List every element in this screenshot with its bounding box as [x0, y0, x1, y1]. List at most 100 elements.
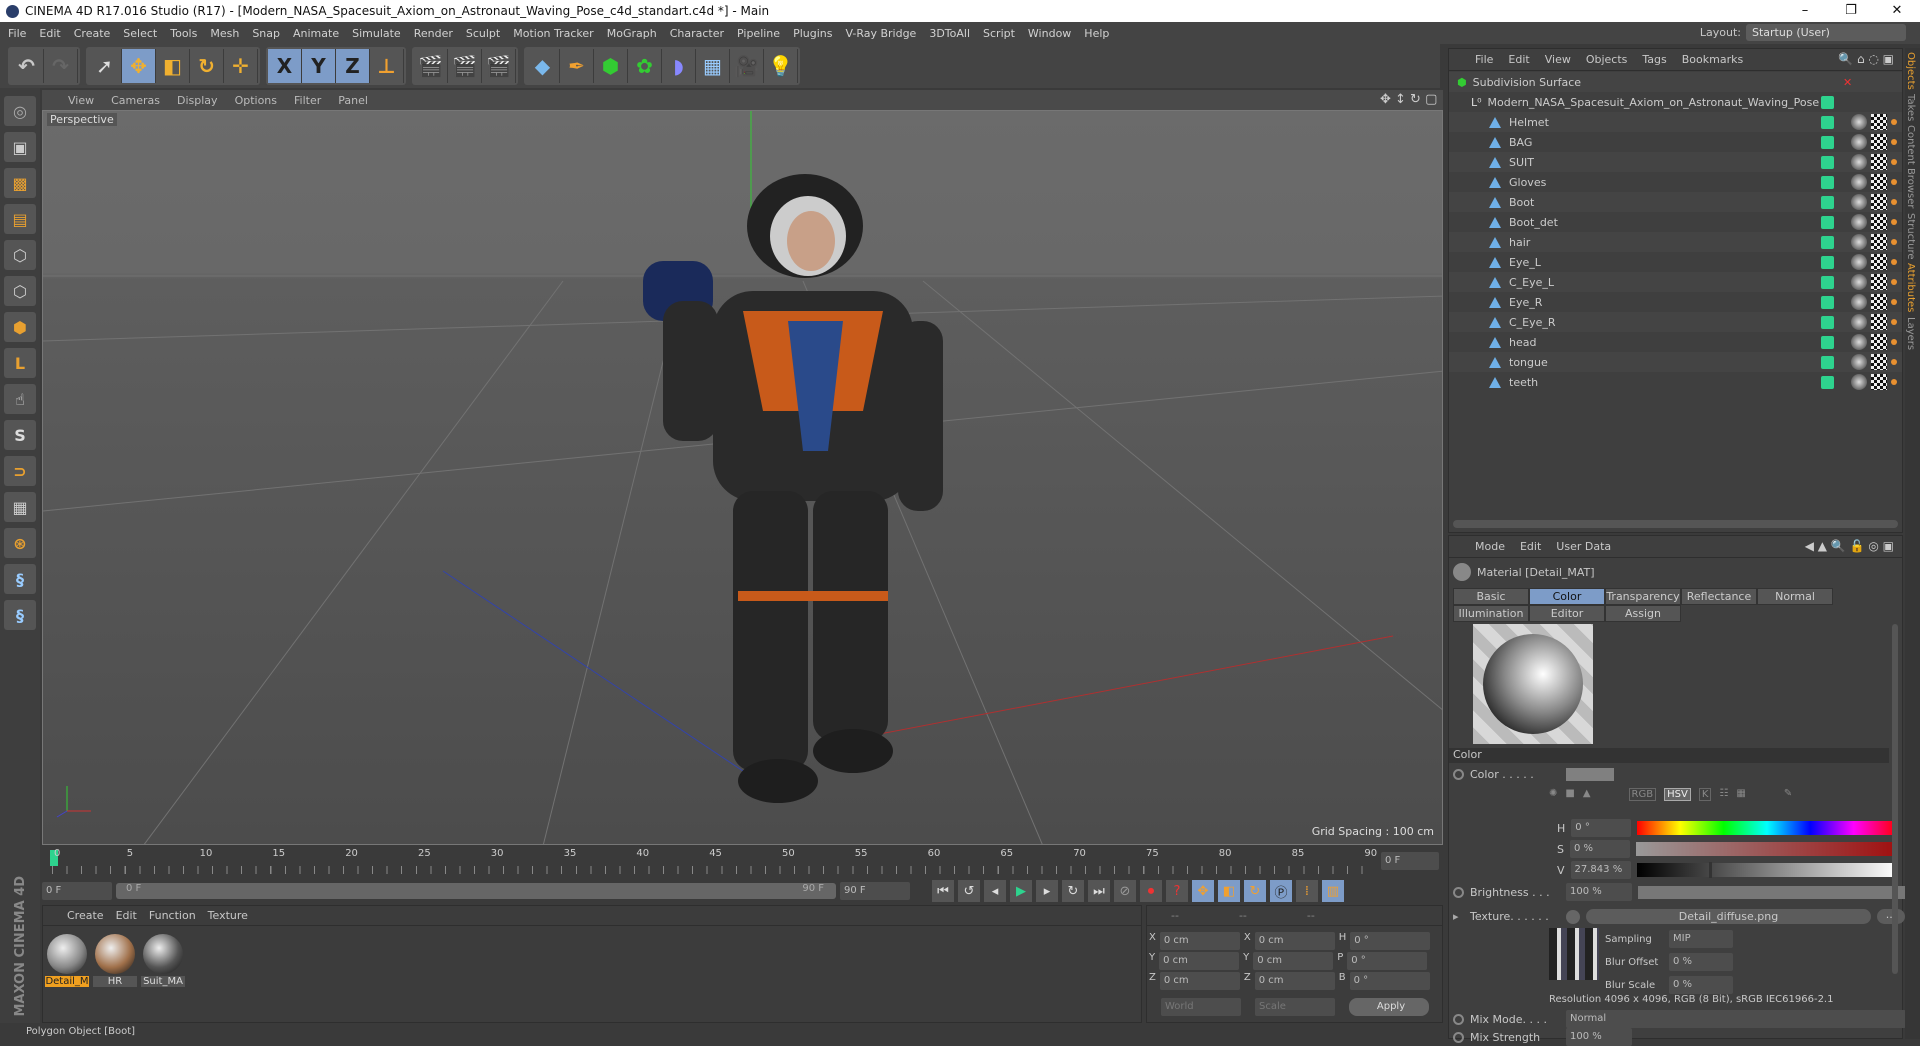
- hue-field[interactable]: 0 °: [1571, 819, 1632, 837]
- material-tag-icon[interactable]: [1851, 194, 1867, 210]
- attribute-scrollbar[interactable]: [1892, 624, 1898, 974]
- saturation-field[interactable]: 0 %: [1569, 840, 1630, 858]
- key-pla-icon[interactable]: ⁞: [1296, 880, 1318, 902]
- move-tool-icon[interactable]: ✥: [122, 49, 156, 83]
- color-wheel-icon[interactable]: ✺: [1549, 788, 1557, 801]
- pen-spline-icon[interactable]: ✒: [560, 49, 594, 83]
- floor-icon[interactable]: ▦: [696, 49, 730, 83]
- material-tag-icon[interactable]: [1851, 154, 1867, 170]
- points-mode-icon[interactable]: ⬡: [4, 240, 36, 270]
- viewport-menu-filter[interactable]: Filter: [294, 94, 321, 107]
- rgb-mode-button[interactable]: RGB: [1628, 788, 1657, 801]
- record-icon[interactable]: ⊘: [1114, 880, 1136, 902]
- viewport-menu-options[interactable]: Options: [235, 94, 277, 107]
- material-tag-icon[interactable]: [1851, 274, 1867, 290]
- material-tag-icon[interactable]: [1851, 114, 1867, 130]
- hue-slider[interactable]: [1637, 821, 1898, 835]
- visibility-toggle[interactable]: [1821, 235, 1834, 249]
- mix-strength-field[interactable]: 100 %: [1566, 1028, 1632, 1046]
- object-menu-tags[interactable]: Tags: [1642, 53, 1666, 66]
- z-axis-lock-button[interactable]: Z: [336, 49, 370, 83]
- object-boot[interactable]: Boot: [1449, 192, 1902, 212]
- python-icon-2[interactable]: §: [4, 600, 36, 630]
- material-tag-icon[interactable]: [1851, 134, 1867, 150]
- undo-icon[interactable]: ↶: [10, 49, 44, 83]
- blur-scale-field[interactable]: 0 %: [1669, 976, 1733, 994]
- light-icon[interactable]: 💡: [764, 49, 798, 83]
- object-eye_l[interactable]: Eye_L: [1449, 252, 1902, 272]
- axis-icon[interactable]: L: [4, 348, 36, 378]
- world-dropdown[interactable]: World: [1161, 998, 1241, 1016]
- texture-tag-icon[interactable]: [1871, 114, 1887, 130]
- side-tab-structure[interactable]: Structure: [1905, 213, 1916, 260]
- tab-normal[interactable]: Normal: [1757, 588, 1833, 605]
- tweak-icon[interactable]: ☝: [4, 384, 36, 414]
- close-button[interactable]: ✕: [1874, 0, 1920, 22]
- object-c_eye_r[interactable]: C_Eye_R: [1449, 312, 1902, 332]
- texture-tag-icon[interactable]: [1871, 314, 1887, 330]
- attribute-menu-mode[interactable]: Mode: [1475, 540, 1505, 553]
- cube-icon[interactable]: ◆: [526, 49, 560, 83]
- magnet-icon[interactable]: ⊃: [4, 456, 36, 486]
- value-slider-knob[interactable]: [1708, 862, 1712, 878]
- tab-transparency[interactable]: Transparency: [1605, 588, 1681, 605]
- auto-key-icon[interactable]: ⏺: [1140, 880, 1162, 902]
- object-helmet[interactable]: Helmet: [1449, 112, 1902, 132]
- mixer-icon[interactable]: ☷: [1719, 788, 1728, 801]
- coord-field[interactable]: 0 cm: [1254, 932, 1335, 950]
- object-boot_det[interactable]: Boot_det: [1449, 212, 1902, 232]
- camera-icon[interactable]: 🎥: [730, 49, 764, 83]
- mix-mode-radio[interactable]: [1453, 1013, 1464, 1025]
- tab-basic[interactable]: Basic: [1453, 588, 1529, 605]
- object-teeth[interactable]: teeth: [1449, 372, 1902, 392]
- material-tag-icon[interactable]: [1851, 374, 1867, 390]
- menu-render[interactable]: Render: [414, 27, 453, 40]
- y-axis-lock-button[interactable]: Y: [302, 49, 336, 83]
- visibility-toggle[interactable]: [1821, 315, 1834, 329]
- coord-field[interactable]: 0 °: [1347, 952, 1428, 970]
- viewport-menu-cameras[interactable]: Cameras: [111, 94, 160, 107]
- menu-motion-tracker[interactable]: Motion Tracker: [513, 27, 593, 40]
- texture-tag-icon[interactable]: [1871, 274, 1887, 290]
- python-icon[interactable]: §: [4, 564, 36, 594]
- viewport-menu-display[interactable]: Display: [177, 94, 218, 107]
- key-rotation-icon[interactable]: ↻: [1244, 880, 1266, 902]
- subdivision-surface-icon[interactable]: ⬢: [594, 49, 628, 83]
- coord-field[interactable]: 0 °: [1349, 972, 1430, 990]
- texture-tag-icon[interactable]: [1871, 294, 1887, 310]
- tab-color[interactable]: Color: [1529, 588, 1605, 605]
- menu-plugins[interactable]: Plugins: [793, 27, 832, 40]
- end-frame-field[interactable]: 90 F: [840, 882, 910, 900]
- material-tag-icon[interactable]: [1851, 174, 1867, 190]
- menu-character[interactable]: Character: [670, 27, 724, 40]
- spectrum-icon[interactable]: ■: [1565, 788, 1574, 801]
- scale-tool-icon[interactable]: ◧: [156, 49, 190, 83]
- go-to-end-icon[interactable]: ⏭: [1088, 880, 1110, 902]
- apply-button[interactable]: Apply: [1349, 998, 1429, 1016]
- material-swatch[interactable]: HR: [93, 932, 137, 987]
- prev-key-icon[interactable]: ↺: [958, 880, 980, 902]
- side-tab-content-browser[interactable]: Content Browser: [1905, 125, 1916, 208]
- render-view-icon[interactable]: 🎬: [414, 49, 448, 83]
- menu-create[interactable]: Create: [74, 27, 111, 40]
- viewport-menu-panel[interactable]: Panel: [338, 94, 368, 107]
- render-picture-viewer-icon[interactable]: 🎬: [448, 49, 482, 83]
- scale-dropdown[interactable]: Scale: [1255, 998, 1335, 1016]
- texture-tag-icon[interactable]: [1871, 334, 1887, 350]
- make-editable-icon[interactable]: ◎: [4, 96, 36, 126]
- next-key-icon[interactable]: ↻: [1062, 880, 1084, 902]
- visibility-toggle[interactable]: [1821, 275, 1834, 289]
- object-gloves[interactable]: Gloves: [1449, 172, 1902, 192]
- material-tag-icon[interactable]: [1851, 254, 1867, 270]
- camera-label[interactable]: Perspective: [47, 113, 117, 126]
- viewport-menu-view[interactable]: View: [68, 94, 94, 107]
- menu-3dtoall[interactable]: 3DToAll: [929, 27, 970, 40]
- material-tag-icon[interactable]: [1851, 294, 1867, 310]
- tab-illumination[interactable]: Illumination: [1453, 605, 1529, 622]
- tab-assign[interactable]: Assign: [1605, 605, 1681, 622]
- next-frame-icon[interactable]: ▸: [1036, 880, 1058, 902]
- play-icon[interactable]: ▶: [1010, 880, 1032, 902]
- menu-mograph[interactable]: MoGraph: [607, 27, 657, 40]
- tab-reflectance[interactable]: Reflectance: [1681, 588, 1757, 605]
- object-menu-bookmarks[interactable]: Bookmarks: [1682, 53, 1743, 66]
